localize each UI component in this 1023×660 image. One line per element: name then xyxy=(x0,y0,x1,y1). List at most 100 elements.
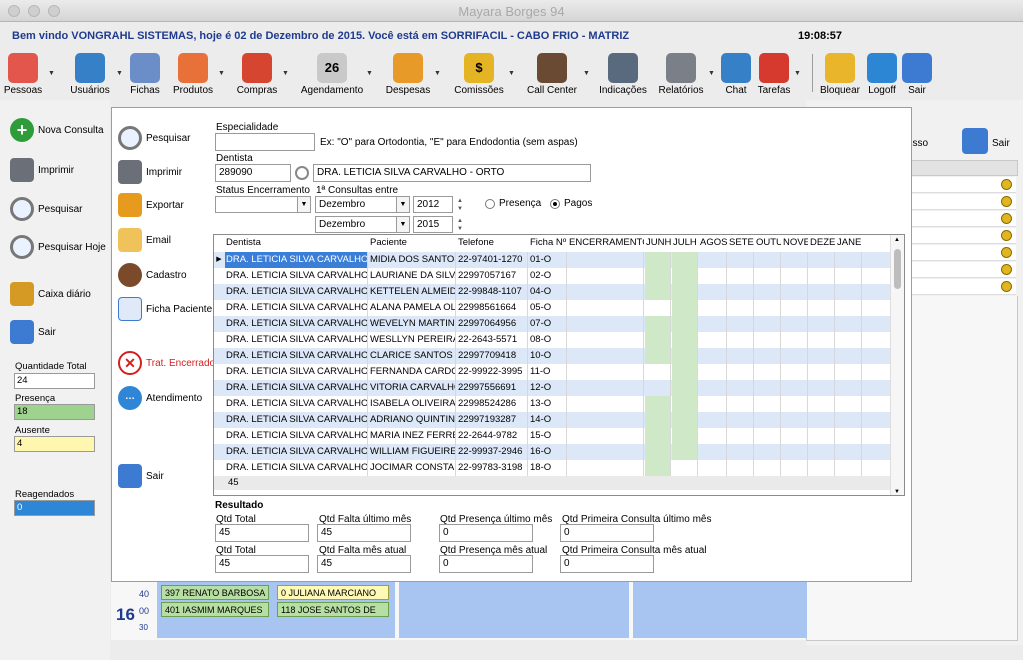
toolbar-despesas-button[interactable]: Despesas ▼ xyxy=(384,50,441,96)
sair-left-button[interactable]: Sair xyxy=(10,320,56,344)
scroll-down-icon[interactable]: ▼ xyxy=(894,489,900,495)
especialidade-input[interactable] xyxy=(215,133,315,151)
pagos-radio[interactable] xyxy=(550,199,560,209)
table-row[interactable]: DRA. LETICIA SILVA CARVALHO - C WEVELYN M… xyxy=(214,316,890,332)
search-icon[interactable] xyxy=(295,166,309,180)
toolbar-chat-button[interactable]: Chat xyxy=(720,50,752,96)
toolbar-logoff-button[interactable]: Logoff xyxy=(866,50,898,96)
table-row[interactable]: DRA. LETICIA SILVA CARVALHO - C ADRIANO Q… xyxy=(214,412,890,428)
mes-fim-select[interactable]: Dezembro ▼ xyxy=(315,216,410,233)
ano-inicio-value: 2012 xyxy=(417,199,440,210)
scroll-up-icon[interactable]: ▲ xyxy=(894,237,900,243)
toolbar-usurios-button[interactable]: Usuários ▼ xyxy=(66,50,123,96)
atendimento-button[interactable]: … Atendimento xyxy=(118,386,202,410)
toolbar-callcenter-button[interactable]: Call Center ▼ xyxy=(523,50,590,96)
grid-column-header[interactable]: JANE xyxy=(836,235,862,251)
chevron-down-icon[interactable]: ▼ xyxy=(434,70,441,77)
table-row[interactable]: DRA. LETICIA SILVA CARVALHO - C KETTELEN … xyxy=(214,284,890,300)
toolbar-tarefas-button[interactable]: Tarefas ▼ xyxy=(756,50,801,96)
toolbar-agendamento-button[interactable]: 26 Agendamento ▼ xyxy=(300,50,373,96)
grid-cell-jane xyxy=(836,364,862,380)
email-button[interactable]: Email xyxy=(118,228,171,252)
chevron-down-icon[interactable]: ▼ xyxy=(282,70,289,77)
grid-column-header[interactable]: DEZE xyxy=(809,235,835,251)
nova-consulta-button[interactable]: + Nova Consulta xyxy=(10,118,104,142)
table-row[interactable]: ▶ DRA. LETICIA SILVA CARVALHO - C MIDIA DO… xyxy=(214,252,890,268)
chevron-down-icon[interactable]: ▼ xyxy=(708,70,715,77)
table-row[interactable]: DRA. LETICIA SILVA CARVALHO - C FERNANDA … xyxy=(214,364,890,380)
grid-column-header[interactable]: OUTU xyxy=(755,235,781,251)
exit-house-icon[interactable] xyxy=(962,128,988,154)
appointment-slot[interactable]: 397 RENATO BARBOSA xyxy=(161,585,269,600)
scroll-thumb[interactable] xyxy=(894,249,901,289)
appointment-slot[interactable]: 118 JOSE SANTOS DE xyxy=(277,602,389,617)
table-row[interactable]: DRA. LETICIA SILVA CARVALHO - C LAURIANE … xyxy=(214,268,890,284)
consultas-grid[interactable]: Dentista Paciente Telefone Ficha Nº ENCERRAM… xyxy=(213,234,905,496)
table-row[interactable]: DRA. LETICIA SILVA CARVALHO - C CLARICE S… xyxy=(214,348,890,364)
toolbar-fichas-button[interactable]: Fichas xyxy=(128,50,162,96)
grid-column-header[interactable]: Ficha Nº xyxy=(529,235,567,251)
status-encerramento-select[interactable]: ▼ xyxy=(215,196,311,213)
grid-cell-julh xyxy=(672,380,698,396)
cadastro-button[interactable]: Cadastro xyxy=(118,263,187,287)
table-row[interactable]: DRA. LETICIA SILVA CARVALHO - C WILLIAM F… xyxy=(214,444,890,460)
toolbar-indicaes-button[interactable]: Indicações xyxy=(596,50,650,96)
pesquisar-dialog-button[interactable]: Pesquisar xyxy=(118,126,190,150)
welcome-message: Bem vindo VONGRAHL SISTEMAS, hoje é 02 d… xyxy=(12,30,630,42)
grid-column-header[interactable]: Dentista xyxy=(225,235,368,251)
qtd-primeira-atual-field: 0 xyxy=(560,555,654,573)
grid-column-header[interactable]: JULH xyxy=(672,235,698,251)
table-row[interactable]: DRA. LETICIA SILVA CARVALHO - C VITORIA C… xyxy=(214,380,890,396)
caixa-diario-button[interactable]: Caixa diário xyxy=(10,282,91,306)
toolbar-relatrios-button[interactable]: Relatórios ▼ xyxy=(656,50,715,96)
grid-column-header[interactable]: NOVE xyxy=(782,235,808,251)
stepper-arrows-icon[interactable]: ▲ ▼ xyxy=(454,217,466,234)
pesquisar-button[interactable]: Pesquisar xyxy=(10,197,82,221)
chevron-down-icon[interactable]: ▼ xyxy=(583,70,590,77)
table-row[interactable]: DRA. LETICIA SILVA CARVALHO - C WESLLYN P… xyxy=(214,332,890,348)
trat-encerrado-button[interactable]: ✕ Trat. Encerrado xyxy=(118,351,215,375)
chevron-down-icon[interactable]: ▼ xyxy=(794,70,801,77)
dentista-code-input[interactable]: 289090 xyxy=(215,164,291,182)
toolbar-pessoas-button[interactable]: Pessoas ▼ xyxy=(0,50,55,96)
pesquisar-hoje-button[interactable]: Pesquisar Hoje xyxy=(10,235,106,259)
imprimir-button[interactable]: Imprimir xyxy=(10,158,74,182)
sair-right-label[interactable]: Sair xyxy=(992,138,1010,149)
sair-dialog-button[interactable]: Sair xyxy=(118,464,164,488)
appointment-slot[interactable]: 401 IASMIM MARQUES xyxy=(161,602,269,617)
grid-vertical-scrollbar[interactable]: ▲ ▼ xyxy=(890,235,904,495)
chevron-down-icon[interactable]: ▼ xyxy=(48,70,55,77)
toolbar-sair-button[interactable]: Sair xyxy=(902,50,932,96)
toolbar-comisses-button[interactable]: $ Comissões ▼ xyxy=(452,50,515,96)
toolbar-bloquear-button[interactable]: Bloquear xyxy=(818,50,862,96)
ano-fim-stepper[interactable]: 2015 ▲ ▼ xyxy=(413,216,463,233)
ano-inicio-stepper[interactable]: 2012 ▲ ▼ xyxy=(413,196,463,213)
grid-cell-agos xyxy=(699,268,727,284)
chevron-down-icon[interactable]: ▼ xyxy=(218,70,225,77)
table-row[interactable]: DRA. LETICIA SILVA CARVALHO - C ALANA PAM… xyxy=(214,300,890,316)
table-row[interactable]: DRA. LETICIA SILVA CARVALHO - C JOCIMAR C… xyxy=(214,460,890,476)
grid-cell-deze xyxy=(809,444,835,460)
table-row[interactable]: DRA. LETICIA SILVA CARVALHO - C MARIA INE… xyxy=(214,428,890,444)
grid-column-header[interactable]: AGOS xyxy=(699,235,727,251)
grid-column-header[interactable]: JUNH xyxy=(645,235,671,251)
grid-column-header[interactable]: SETE xyxy=(728,235,754,251)
exportar-button[interactable]: Exportar xyxy=(118,193,184,217)
stepper-arrows-icon[interactable]: ▲ ▼ xyxy=(454,197,466,214)
chevron-down-icon[interactable]: ▼ xyxy=(116,70,123,77)
imprimir-dialog-button[interactable]: Imprimir xyxy=(118,160,182,184)
grid-cell-sete xyxy=(728,364,754,380)
chevron-down-icon[interactable]: ▼ xyxy=(366,70,373,77)
toolbar-compras-button[interactable]: Compras ▼ xyxy=(234,50,289,96)
toolbar-produtos-button[interactable]: Produtos ▼ xyxy=(170,50,225,96)
grid-column-header[interactable]: ENCERRAMENTO xyxy=(568,235,644,251)
chevron-down-icon[interactable]: ▼ xyxy=(508,70,515,77)
presenca-radio[interactable] xyxy=(485,199,495,209)
grid-column-header[interactable]: Paciente xyxy=(369,235,456,251)
grid-column-header[interactable]: Telefone xyxy=(457,235,528,251)
ficha-paciente-button[interactable]: Ficha Paciente xyxy=(118,297,212,321)
appointment-slot[interactable]: 0 JULIANA MARCIANO xyxy=(277,585,389,600)
grid-cell-julh xyxy=(672,460,698,476)
mes-inicio-select[interactable]: Dezembro ▼ xyxy=(315,196,410,213)
table-row[interactable]: DRA. LETICIA SILVA CARVALHO - C ISABELA O… xyxy=(214,396,890,412)
